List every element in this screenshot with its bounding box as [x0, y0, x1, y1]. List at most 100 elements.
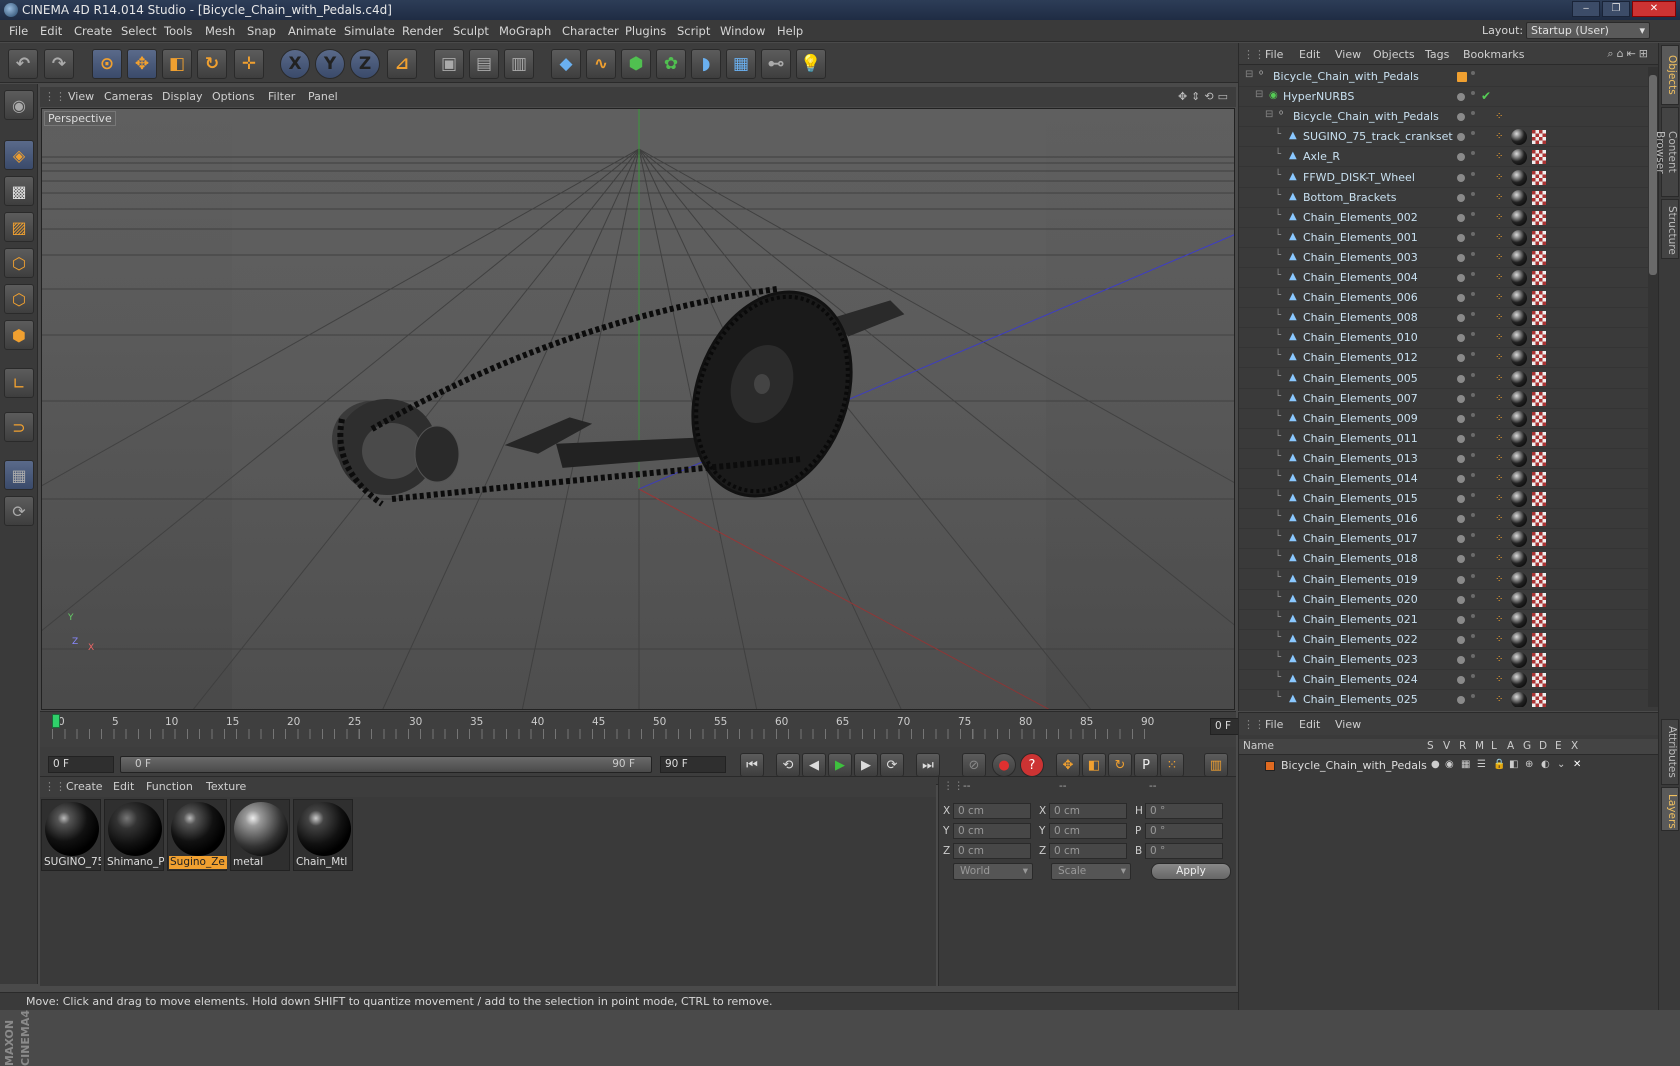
phong-tag-icon[interactable]: ⁘: [1495, 272, 1505, 284]
object-row[interactable]: └ ▲ Chain_Elements_017 ⁘: [1239, 529, 1649, 550]
coordinate-system-icon[interactable]: ⊿: [387, 49, 417, 79]
uvw-tag-icon[interactable]: [1532, 351, 1546, 366]
uvw-tag-icon[interactable]: [1532, 271, 1546, 285]
phong-tag-icon[interactable]: ⁘: [1495, 694, 1505, 706]
material-tag-icon[interactable]: [1511, 290, 1527, 307]
timeline-window-icon[interactable]: ▥: [1204, 753, 1228, 777]
render-picture-viewer-icon[interactable]: ▤: [469, 49, 499, 79]
editor-visibility-dot[interactable]: [1457, 253, 1465, 262]
coordinate-space-select[interactable]: World: [953, 863, 1033, 880]
frame-range-slider[interactable]: 0 F 90 F: [120, 756, 652, 773]
render-visibility-dot[interactable]: [1471, 513, 1475, 518]
layer-color-tag[interactable]: [1457, 72, 1467, 82]
menu-sculpt[interactable]: Sculpt: [453, 24, 489, 38]
render-visibility-dot[interactable]: [1471, 352, 1475, 357]
object-row[interactable]: └ ▲ FFWD_DISK-T_Wheel ⁘: [1239, 168, 1649, 188]
close-button[interactable]: ✕: [1632, 1, 1676, 17]
key-scale-icon[interactable]: ◧: [1082, 753, 1106, 777]
menu-animate[interactable]: Animate: [288, 24, 336, 38]
layer-menu-file[interactable]: File: [1265, 718, 1283, 731]
render-visibility-dot[interactable]: [1471, 292, 1475, 297]
object-row[interactable]: └ ▲ Chain_Elements_022 ⁘: [1239, 630, 1649, 650]
editor-visibility-dot[interactable]: [1457, 354, 1465, 363]
editor-visibility-dot[interactable]: [1457, 475, 1465, 483]
snap-magnet-icon[interactable]: ⊃: [4, 412, 34, 442]
scale-tool-icon[interactable]: ◧: [162, 49, 192, 79]
spline-pen-icon[interactable]: ∿: [586, 49, 616, 79]
uvw-tag-icon[interactable]: [1532, 632, 1546, 647]
menu-character[interactable]: Character: [562, 24, 619, 38]
size-y-field[interactable]: 0 cm: [1049, 823, 1127, 839]
uvw-tag-icon[interactable]: [1532, 652, 1546, 667]
object-row[interactable]: └ ▲ Chain_Elements_012 ⁘: [1239, 348, 1649, 369]
menu-mesh[interactable]: Mesh: [205, 24, 235, 38]
editor-visibility-dot[interactable]: [1457, 294, 1465, 303]
enabled-check-icon[interactable]: ✔: [1481, 89, 1491, 103]
menu-tools[interactable]: Tools: [164, 24, 192, 38]
nurbs-generator-icon[interactable]: ⬢: [621, 49, 651, 79]
material-tag-icon[interactable]: [1511, 169, 1527, 186]
layer-animation-icon[interactable]: ◧: [1509, 759, 1518, 770]
z-axis-lock-icon[interactable]: Z: [350, 49, 380, 79]
viewport-menu-view[interactable]: View: [68, 90, 94, 103]
material-tag-icon[interactable]: [1511, 129, 1527, 146]
uvw-tag-icon[interactable]: [1532, 592, 1546, 607]
layer-visibility-icon[interactable]: ◉: [1445, 759, 1454, 770]
object-row[interactable]: └ ▲ Chain_Elements_013 ⁘: [1239, 449, 1649, 469]
object-row[interactable]: └ ▲ Chain_Elements_019 ⁘: [1239, 570, 1649, 590]
workplane-lock-icon[interactable]: ▦: [4, 460, 34, 490]
render-visibility-dot[interactable]: [1471, 131, 1475, 136]
key-parameter-icon[interactable]: P: [1134, 753, 1158, 777]
layer-row[interactable]: Bicycle_Chain_with_Pedals ● ◉ ▦ ☰ 🔒 ◧ ⊕ …: [1239, 757, 1659, 775]
position-y-field[interactable]: 0 cm: [953, 823, 1031, 839]
material-tag-icon[interactable]: [1511, 390, 1527, 407]
material-tag-icon[interactable]: [1511, 511, 1527, 528]
minimize-button[interactable]: ‒: [1572, 1, 1600, 17]
viewport-menu-panel[interactable]: Panel: [308, 90, 338, 103]
material-tag-icon[interactable]: [1511, 249, 1527, 266]
collapse-toggle-icon[interactable]: ⊟: [1265, 109, 1273, 120]
uvw-tag-icon[interactable]: [1532, 291, 1546, 306]
collapse-toggle-icon[interactable]: ⊟: [1255, 89, 1263, 100]
object-row[interactable]: └ ▲ Chain_Elements_014 ⁘: [1239, 469, 1649, 489]
render-visibility-dot[interactable]: [1471, 653, 1475, 658]
object-row[interactable]: ⊟ ⁰ Bicycle_Chain_with_Pedals: [1239, 67, 1649, 87]
key-rotation-icon[interactable]: ↻: [1108, 753, 1132, 777]
material-tag-icon[interactable]: [1511, 591, 1527, 608]
uvw-tag-icon[interactable]: [1532, 331, 1546, 346]
menu-snap[interactable]: Snap: [247, 24, 276, 38]
size-mode-select[interactable]: Scale: [1051, 863, 1131, 880]
phong-tag-icon[interactable]: ⁘: [1495, 674, 1505, 686]
phong-tag-icon[interactable]: ⁘: [1495, 212, 1505, 224]
phong-tag-icon[interactable]: ⁘: [1495, 192, 1505, 204]
menu-simulate[interactable]: Simulate: [344, 24, 395, 38]
render-visibility-dot[interactable]: [1471, 674, 1475, 678]
object-search-home-icons[interactable]: ⌕⌂⇤⊞: [1607, 47, 1651, 61]
phong-tag-icon[interactable]: ⁘: [1495, 513, 1505, 525]
move-recent-icon[interactable]: ✛: [234, 49, 264, 79]
object-row[interactable]: └ ▲ Chain_Elements_016 ⁘: [1239, 509, 1649, 530]
uvw-tag-icon[interactable]: [1532, 451, 1546, 466]
object-row[interactable]: └ ▲ Chain_Elements_009 ⁘: [1239, 409, 1649, 429]
viewport-menu-cameras[interactable]: Cameras: [104, 90, 153, 103]
render-visibility-dot[interactable]: [1471, 151, 1475, 156]
start-frame-field[interactable]: 0 F: [48, 756, 114, 773]
phong-tag-icon[interactable]: ⁘: [1495, 393, 1505, 405]
rotation-h-field[interactable]: 0 °: [1145, 803, 1223, 819]
editor-visibility-dot[interactable]: [1457, 655, 1465, 664]
object-row[interactable]: └ ▲ Chain_Elements_005 ⁘: [1239, 369, 1649, 389]
keyframe-selection-icon[interactable]: ?: [1020, 753, 1044, 777]
material-tag-icon[interactable]: [1511, 631, 1527, 648]
material-menu-create[interactable]: Create: [66, 780, 103, 793]
object-row[interactable]: └ ▲ Chain_Elements_011 ⁘: [1239, 429, 1649, 449]
editor-visibility-dot[interactable]: [1457, 213, 1465, 222]
editor-visibility-dot[interactable]: [1457, 113, 1465, 122]
object-row[interactable]: └ ▲ Chain_Elements_015 ⁘: [1239, 489, 1649, 510]
uvw-tag-icon[interactable]: [1532, 250, 1546, 265]
object-row[interactable]: └ ▲ Chain_Elements_003 ⁘: [1239, 248, 1649, 268]
uvw-tag-icon[interactable]: [1532, 391, 1546, 406]
rotation-b-field[interactable]: 0 °: [1145, 843, 1223, 859]
floor-scene-icon[interactable]: ▦: [726, 49, 756, 79]
viewport-navigation-icons[interactable]: ✥⇕⟲▭: [1178, 90, 1232, 103]
material-tag-icon[interactable]: [1511, 471, 1527, 487]
